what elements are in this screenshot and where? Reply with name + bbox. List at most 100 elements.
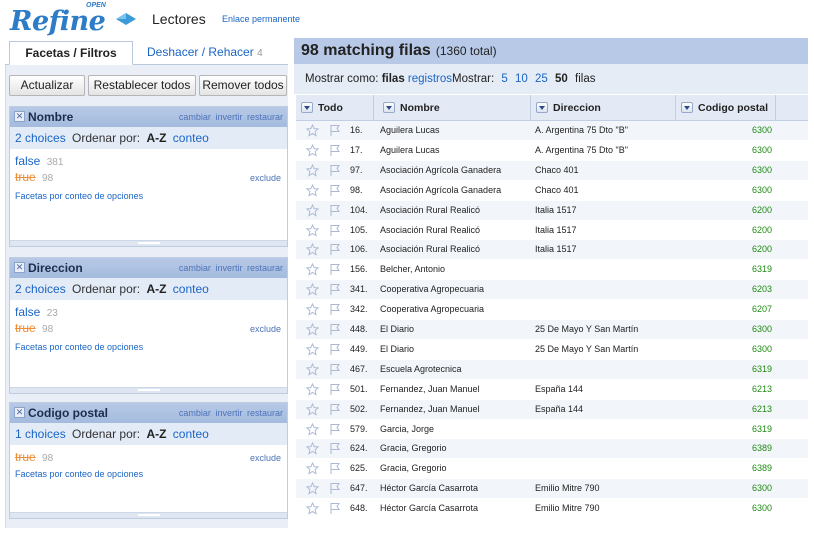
star-icon[interactable]: [305, 442, 320, 455]
cell-codigo-postal[interactable]: 6200: [680, 201, 772, 220]
cell-codigo-postal[interactable]: 6300: [680, 121, 772, 140]
facet-resize-handle[interactable]: [10, 387, 287, 393]
page-size-5[interactable]: 5: [501, 73, 507, 85]
star-icon[interactable]: [305, 382, 320, 396]
close-icon[interactable]: ✕: [14, 111, 25, 122]
flag-icon[interactable]: [329, 184, 341, 197]
chevron-down-icon[interactable]: [383, 102, 395, 113]
page-size-50[interactable]: 50: [555, 73, 568, 85]
cell-codigo-postal[interactable]: 6300: [680, 141, 772, 160]
facet-invert-link[interactable]: invertir: [215, 408, 242, 418]
facet-invert-link[interactable]: invertir: [215, 112, 242, 122]
reset-all-button[interactable]: Restablecer todos: [88, 75, 196, 96]
exclude-link[interactable]: exclude: [250, 324, 281, 334]
cell-codigo-postal[interactable]: 6319: [680, 420, 772, 439]
facet-change-link[interactable]: cambiar: [179, 112, 211, 122]
cell-nombre[interactable]: Fernandez, Juan Manuel: [380, 400, 532, 419]
cell-nombre[interactable]: Fernandez, Juan Manuel: [380, 380, 532, 399]
cell-direccion[interactable]: Emilio Mitre 790: [535, 479, 677, 498]
star-icon[interactable]: [305, 402, 320, 416]
choices-count-link[interactable]: 2 choices: [15, 131, 66, 145]
cell-nombre[interactable]: Gracia, Gregorio: [380, 439, 532, 458]
show-rows-option[interactable]: filas: [382, 73, 405, 85]
flag-icon[interactable]: [329, 323, 341, 336]
refresh-button[interactable]: Actualizar: [9, 75, 85, 96]
flag-icon[interactable]: [329, 502, 341, 515]
star-icon[interactable]: [305, 282, 320, 296]
cell-direccion[interactable]: A. Argentina 75 Dto "B": [535, 121, 677, 140]
tab-facets-filters[interactable]: Facetas / Filtros: [9, 41, 133, 65]
star-icon[interactable]: [305, 223, 320, 237]
facet-resize-handle[interactable]: [10, 512, 287, 518]
cell-nombre[interactable]: Asociación Agrícola Ganadera: [380, 161, 532, 180]
cell-direccion[interactable]: Chaco 401: [535, 161, 677, 180]
star-icon[interactable]: [305, 263, 320, 276]
project-name[interactable]: Lectores: [152, 11, 206, 27]
cell-direccion[interactable]: 25 De Mayo Y San Martín: [535, 340, 677, 359]
page-size-25[interactable]: 25: [535, 73, 548, 85]
chevron-down-icon[interactable]: [681, 102, 693, 113]
cell-codigo-postal[interactable]: 6203: [680, 280, 772, 299]
cell-nombre[interactable]: Asociación Agrícola Ganadera: [380, 181, 532, 200]
cell-nombre[interactable]: Gracia, Gregorio: [380, 459, 532, 478]
sort-count-link[interactable]: conteo: [173, 131, 209, 145]
cell-codigo-postal[interactable]: 6300: [680, 499, 772, 518]
cell-codigo-postal[interactable]: 6213: [680, 380, 772, 399]
cell-direccion[interactable]: Emilio Mitre 790: [535, 499, 677, 518]
flag-icon[interactable]: [329, 144, 341, 157]
facet-change-link[interactable]: cambiar: [179, 263, 211, 273]
star-icon[interactable]: [305, 462, 320, 475]
cell-direccion[interactable]: 25 De Mayo Y San Martín: [535, 320, 677, 339]
flag-icon[interactable]: [329, 363, 341, 376]
facet-choice-true[interactable]: true 98: [15, 450, 53, 464]
cell-nombre[interactable]: Cooperativa Agropecuaria: [380, 280, 532, 299]
cell-direccion[interactable]: Italia 1517: [535, 201, 677, 220]
tab-undo-redo[interactable]: Deshacer / Rehacer 4: [137, 41, 273, 65]
col-header-todo[interactable]: Todo: [296, 95, 374, 121]
cell-nombre[interactable]: Asociación Rural Realicó: [380, 240, 532, 259]
cell-nombre[interactable]: Héctor García Casarrota: [380, 499, 532, 518]
cell-codigo-postal[interactable]: 6319: [680, 260, 772, 279]
flag-icon[interactable]: [329, 224, 341, 237]
flag-icon[interactable]: [329, 243, 341, 256]
flag-icon[interactable]: [329, 403, 341, 416]
flag-icon[interactable]: [329, 263, 341, 276]
flag-icon[interactable]: [329, 442, 341, 455]
facet-resize-handle[interactable]: [10, 240, 287, 246]
flag-icon[interactable]: [329, 164, 341, 177]
sort-count-link[interactable]: conteo: [173, 282, 209, 296]
cell-codigo-postal[interactable]: 6200: [680, 221, 772, 240]
star-icon[interactable]: [305, 322, 320, 336]
cell-codigo-postal[interactable]: 6300: [680, 181, 772, 200]
star-icon[interactable]: [305, 342, 320, 356]
chevron-down-icon[interactable]: [301, 102, 313, 113]
cell-codigo-postal[interactable]: 6389: [680, 439, 772, 458]
col-header-codigo-postal[interactable]: Codigo postal: [676, 95, 776, 121]
sort-az[interactable]: A-Z: [146, 427, 166, 441]
facet-by-count-link[interactable]: Facetas por conteo de opciones: [15, 469, 143, 479]
cell-direccion[interactable]: Chaco 401: [535, 181, 677, 200]
facet-reset-link[interactable]: restaurar: [247, 112, 283, 122]
cell-codigo-postal[interactable]: 6300: [680, 340, 772, 359]
cell-nombre[interactable]: Belcher, Antonio: [380, 260, 532, 279]
choices-count-link[interactable]: 1 choices: [15, 427, 66, 441]
cell-nombre[interactable]: El Diario: [380, 340, 532, 359]
star-icon[interactable]: [305, 501, 320, 515]
cell-nombre[interactable]: Cooperativa Agropecuaria: [380, 300, 532, 319]
cell-codigo-postal[interactable]: 6300: [680, 161, 772, 180]
facet-choice-true[interactable]: true 98: [15, 170, 53, 184]
star-icon[interactable]: [305, 183, 320, 197]
close-icon[interactable]: ✕: [14, 407, 25, 418]
facet-invert-link[interactable]: invertir: [215, 263, 242, 273]
facet-by-count-link[interactable]: Facetas por conteo de opciones: [15, 191, 143, 201]
cell-direccion[interactable]: A. Argentina 75 Dto "B": [535, 141, 677, 160]
cell-codigo-postal[interactable]: 6300: [680, 479, 772, 498]
cell-direccion[interactable]: España 144: [535, 380, 677, 399]
cell-codigo-postal[interactable]: 6389: [680, 459, 772, 478]
chevron-down-icon[interactable]: [536, 102, 548, 113]
cell-nombre[interactable]: Escuela Agrotecnica: [380, 360, 532, 379]
close-icon[interactable]: ✕: [14, 262, 25, 273]
cell-nombre[interactable]: Héctor García Casarrota: [380, 479, 532, 498]
cell-codigo-postal[interactable]: 6300: [680, 320, 772, 339]
flag-icon[interactable]: [329, 124, 341, 137]
